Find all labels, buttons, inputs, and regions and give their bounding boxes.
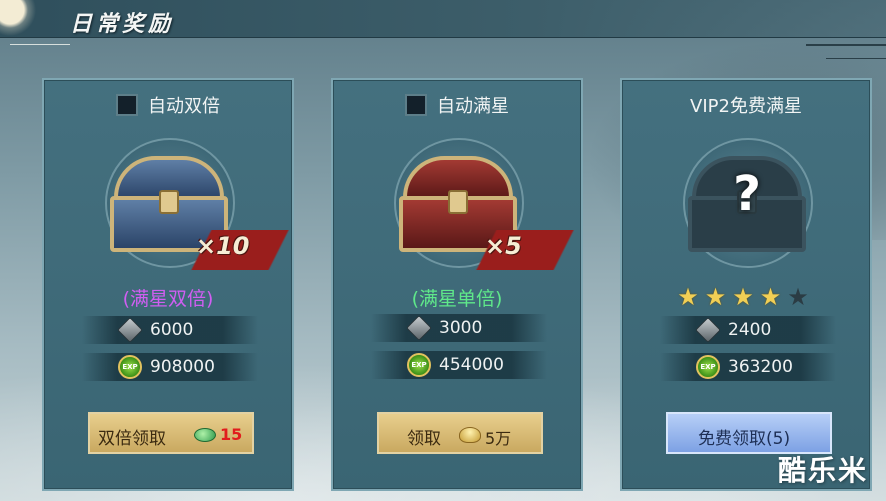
reward-card-vip: VIP2免费满星 ? ★★★★★ 2400 EXP 363200 免费领取(5) [620, 78, 872, 491]
exp-icon: EXP [696, 355, 720, 379]
exp-reward-row: EXP 363200 [660, 353, 836, 381]
moon-decoration [0, 0, 40, 38]
decorative-line [826, 58, 886, 59]
ore-reward-row: 6000 [82, 316, 258, 344]
green-gem-icon [194, 428, 216, 442]
star-empty-icon: ★ [787, 283, 815, 311]
card-title: VIP2免费满星 [690, 96, 802, 117]
exp-reward-row: EXP 908000 [82, 353, 258, 381]
exp-reward-row: EXP 454000 [371, 351, 547, 379]
button-cost: 5万 [485, 429, 512, 448]
star-rating: ★★★★★ [622, 283, 870, 311]
ore-reward-row: 2400 [660, 316, 836, 344]
auto-double-option[interactable]: 自动双倍 [44, 92, 292, 118]
button-label: 领取 [407, 429, 441, 449]
auto-fullstar-option[interactable]: 自动满星 [333, 92, 581, 118]
claim-button[interactable]: 领取 5万 [377, 412, 543, 454]
card-title: 自动双倍 [148, 96, 220, 117]
button-label: 双倍领取 [98, 429, 166, 449]
reward-card-double: 自动双倍 ×10 (满星双倍) 6000 EXP 908000 双倍领取 15 [42, 78, 294, 491]
exp-icon: EXP [407, 353, 431, 377]
double-claim-button[interactable]: 双倍领取 15 [88, 412, 254, 454]
ore-icon [695, 317, 721, 343]
auto-double-checkbox[interactable] [116, 94, 138, 116]
header-bar: 日常奖励 [0, 0, 886, 38]
page-title: 日常奖励 [70, 11, 175, 37]
exp-amount: 908000 [150, 357, 215, 377]
star-icon: ★ [759, 283, 788, 311]
ore-reward-row: 3000 [371, 314, 547, 342]
multiplier-label: ×5 [485, 232, 522, 260]
card-title: 自动满星 [437, 96, 509, 117]
star-icon: ★ [732, 283, 760, 311]
auto-fullstar-checkbox[interactable] [405, 94, 427, 116]
star-icon: ★ [677, 283, 705, 311]
ore-amount: 3000 [439, 318, 483, 338]
ore-amount: 6000 [150, 320, 194, 340]
mystery-chest-icon: ? [688, 156, 806, 252]
exp-amount: 363200 [728, 357, 793, 377]
reward-card-single: 自动满星 ×5 (满星单倍) 3000 EXP 454000 领取 5万 [331, 78, 583, 491]
exp-icon: EXP [118, 355, 142, 379]
ore-amount: 2400 [728, 320, 772, 340]
decorative-line [10, 44, 70, 45]
button-cost: 15 [220, 425, 243, 444]
exp-amount: 454000 [439, 355, 504, 375]
ore-icon [117, 317, 143, 343]
button-label: 免费领取(5) [698, 429, 791, 449]
multiplier-label: ×10 [196, 232, 250, 260]
star-tag: (满星单倍) [411, 288, 503, 310]
star-tag: (满星双倍) [122, 288, 214, 310]
gold-ingot-icon [459, 427, 481, 443]
free-claim-button[interactable]: 免费领取(5) [666, 412, 832, 454]
star-icon: ★ [704, 283, 733, 311]
decorative-line [806, 44, 886, 46]
watermark-logo: 酷乐米 [777, 454, 868, 487]
ore-icon [406, 315, 432, 341]
question-mark: ? [733, 166, 761, 222]
